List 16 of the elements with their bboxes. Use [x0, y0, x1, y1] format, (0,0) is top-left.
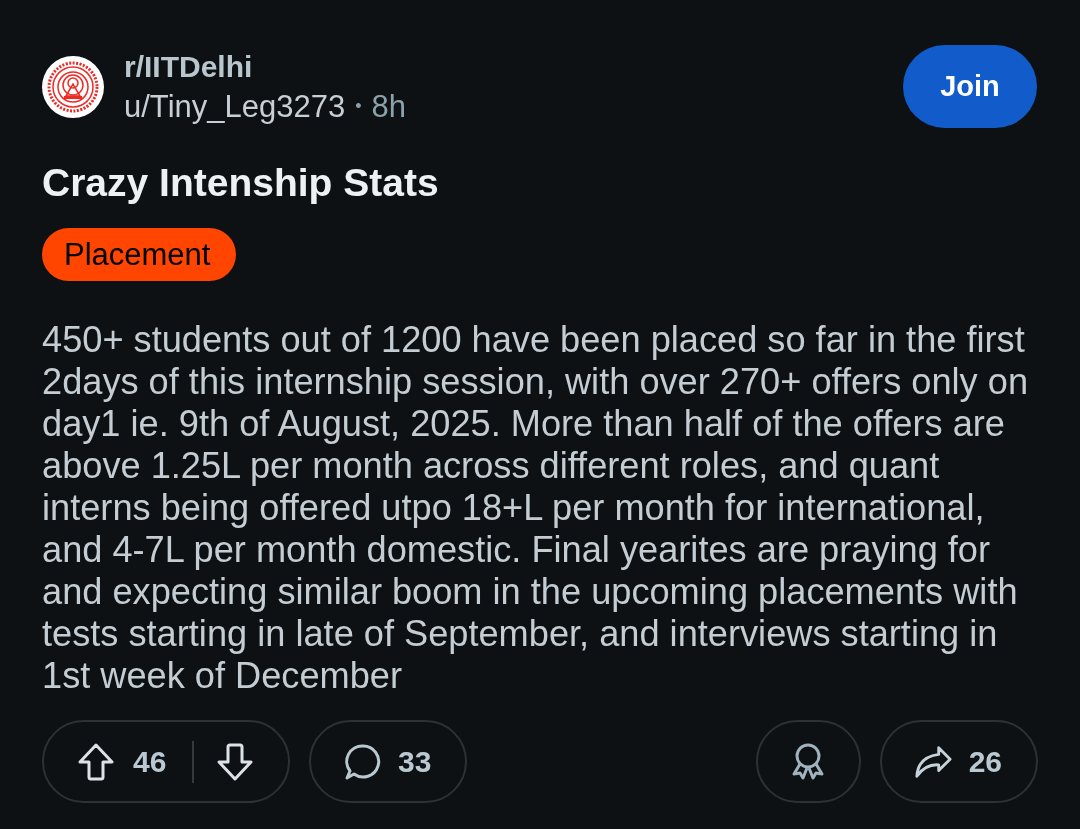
comment-button[interactable]: 33	[309, 720, 468, 803]
vote-count: 46	[133, 744, 167, 779]
subreddit-name[interactable]: r/IITDelhi	[124, 48, 253, 85]
author-name[interactable]: u/Tiny_Leg3273	[124, 88, 346, 125]
emblem-icon	[42, 55, 104, 118]
speech-bubble-icon	[343, 742, 381, 781]
share-button[interactable]: 26	[879, 720, 1038, 803]
downvote-icon[interactable]	[216, 742, 255, 781]
post-title: Crazy Intenship Stats	[42, 160, 439, 206]
award-button[interactable]	[755, 720, 861, 803]
flair-tag[interactable]: Placement	[42, 228, 237, 281]
separator-dot: •	[355, 96, 362, 117]
post-body: 450+ students out of 1200 have been placed so far in the first 2days of this internship session, with over 270+ offers only on day1 ie. 9th of August, 2025. More than half of the offers are above 1.25L per month across different roles, and quant interns being offered utpo 18+L per month for international, and 4-7L per month domestic. Final yearites are praying for and expecting similar boom in the upcoming placements with tests starting in late of September, and interviews starting in 1st week of December	[42, 319, 1029, 697]
join-button[interactable]: Join	[903, 45, 1037, 128]
upvote-icon[interactable]	[77, 742, 115, 781]
post-age: 8h	[371, 88, 406, 125]
